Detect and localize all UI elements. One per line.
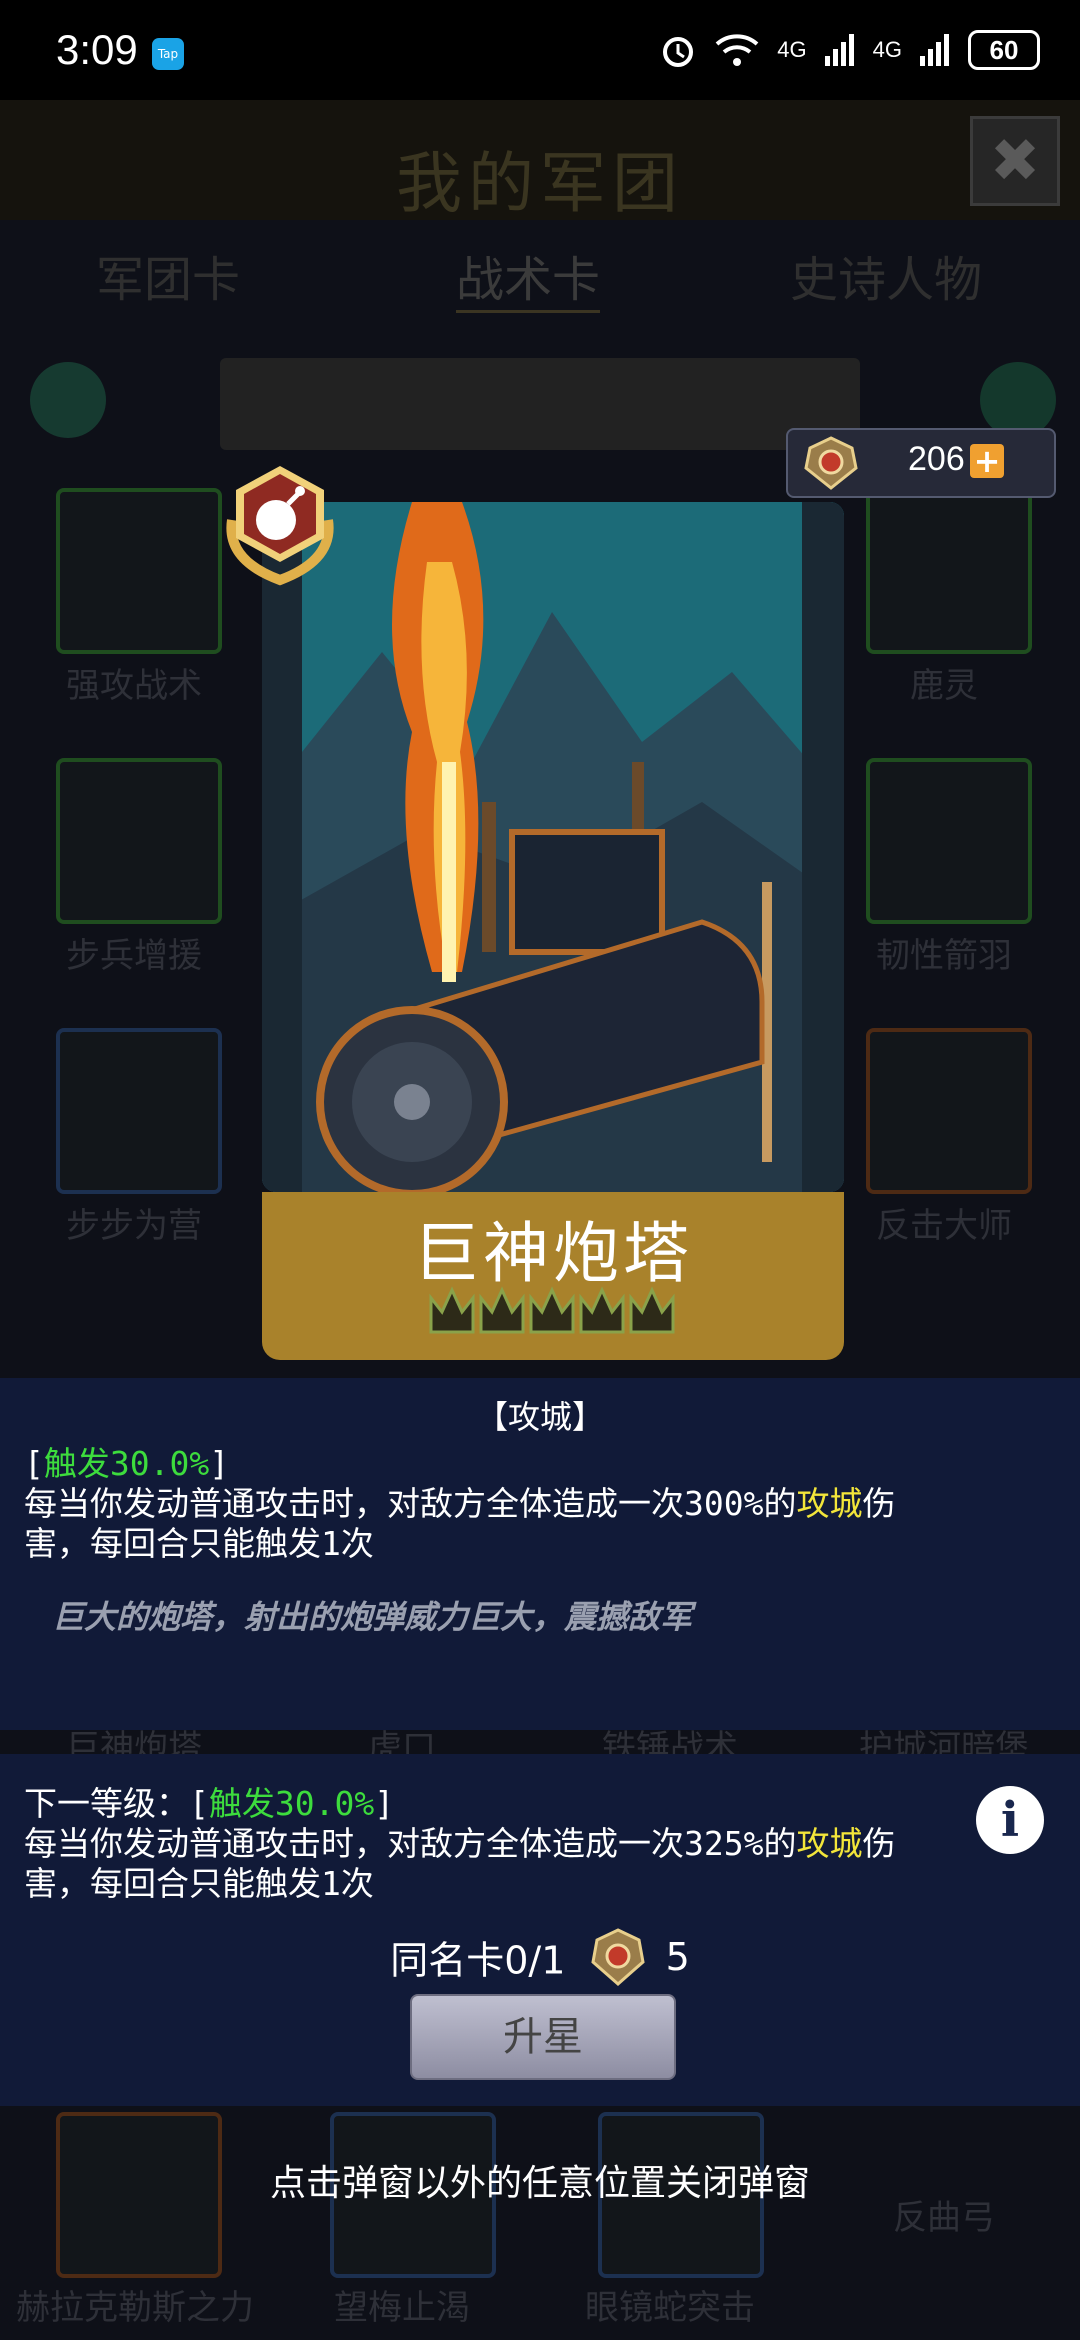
tap-app-icon: Tap bbox=[152, 38, 184, 70]
medal-icon bbox=[591, 1928, 646, 1986]
card-label: 步步为营 bbox=[66, 1206, 202, 1246]
card-thumb[interactable] bbox=[56, 758, 222, 924]
next-level-prefix: 下一等级：[ bbox=[24, 1784, 209, 1823]
upgrade-star-button[interactable]: 升星 bbox=[410, 1994, 676, 2080]
battery-icon: 60 bbox=[968, 30, 1040, 70]
card-thumb[interactable] bbox=[866, 488, 1032, 654]
card-thumb[interactable] bbox=[56, 1028, 222, 1194]
card-thumb[interactable] bbox=[56, 488, 222, 654]
crown-star bbox=[529, 1286, 575, 1334]
wifi-icon bbox=[715, 34, 759, 66]
medal-icon bbox=[804, 436, 858, 490]
filter-button[interactable] bbox=[980, 362, 1056, 438]
close-button[interactable]: ✖ bbox=[970, 116, 1060, 206]
tab-epic-characters[interactable]: 史诗人物 bbox=[790, 240, 982, 310]
next-level-panel: 下一等级：[触发30.0%] 每当你发动普通攻击时，对敌方全体造成一次325%的… bbox=[0, 1754, 1080, 2106]
currency-amount: 206 bbox=[908, 440, 965, 478]
medal-cost: 5 bbox=[665, 1935, 690, 1979]
card-label: 望梅止渴 bbox=[334, 2288, 470, 2328]
page-title: 我的军团 bbox=[396, 145, 684, 222]
network-4g-label-2: 4G bbox=[872, 37, 902, 62]
search-input[interactable] bbox=[220, 358, 860, 450]
cannon-tower-illustration bbox=[262, 502, 844, 1192]
crown-star bbox=[579, 1286, 625, 1334]
tab-bar: 军团卡 战术卡 史诗人物 bbox=[0, 240, 1080, 320]
bomb-badge-icon bbox=[226, 466, 334, 586]
tactic-card[interactable]: 巨神炮塔 bbox=[262, 502, 844, 1360]
effect-line2: 害，每回合只能触发1次 bbox=[24, 1524, 374, 1563]
bracket-close: ] bbox=[209, 1444, 230, 1483]
flavor-text: 巨大的炮塔，射出的炮弹威力巨大，震撼敌军 bbox=[52, 1598, 693, 1636]
next-effect-text: 下一等级：[触发30.0%] 每当你发动普通攻击时，对敌方全体造成一次325%的… bbox=[24, 1784, 964, 1904]
alarm-icon bbox=[663, 37, 694, 67]
effect-line1: 每当你发动普通攻击时，对敌方全体造成一次300%的 bbox=[24, 1484, 797, 1523]
signal-icon bbox=[824, 34, 854, 66]
currency-counter: 206 + bbox=[786, 428, 1056, 498]
next-siege-keyword: 攻城 bbox=[796, 1824, 863, 1863]
next-trigger-chance: 触发30.0% bbox=[208, 1784, 375, 1823]
status-bar: 3:09 Tap 4G 4G 60 bbox=[0, 0, 1080, 100]
card-label: 赫拉克勒斯之力 bbox=[16, 2288, 254, 2328]
info-button[interactable]: i bbox=[976, 1786, 1044, 1854]
card-thumb[interactable] bbox=[866, 758, 1032, 924]
status-time: 3:09 bbox=[56, 26, 138, 73]
card-label: 鹿灵 bbox=[910, 666, 978, 706]
next-effect-line1-end: 伤 bbox=[862, 1824, 896, 1863]
effect-line1-end: 伤 bbox=[862, 1484, 896, 1523]
status-icons: 4G 4G 60 bbox=[659, 30, 1040, 70]
effect-panel: 【攻城】 [触发30.0%] 每当你发动普通攻击时，对敌方全体造成一次300%的… bbox=[0, 1378, 1080, 1730]
card-label: 眼镜蛇突击 bbox=[585, 2288, 755, 2328]
network-4g-label-1: 4G bbox=[777, 37, 807, 62]
card-label: 韧性箭羽 bbox=[876, 936, 1012, 976]
crown-star bbox=[479, 1286, 525, 1334]
list-view-button[interactable] bbox=[30, 362, 106, 438]
card-label: 反击大师 bbox=[876, 1206, 1012, 1246]
crown-star bbox=[629, 1286, 675, 1334]
close-popup-hint: 点击弹窗以外的任意位置关闭弹窗 bbox=[269, 2163, 810, 2204]
trigger-chance: 触发30.0% bbox=[43, 1444, 210, 1483]
duplicate-count-label: 同名卡0/1 bbox=[390, 1938, 566, 1983]
next-effect-line2: 害，每回合只能触发1次 bbox=[24, 1864, 374, 1903]
card-thumb[interactable] bbox=[866, 1028, 1032, 1194]
next-bracket-close: ] bbox=[374, 1784, 395, 1823]
duplicate-card-row: 同名卡0/1 5 bbox=[0, 1926, 1080, 1988]
effect-type-label: 【攻城】 bbox=[475, 1398, 604, 1436]
next-effect-line1: 每当你发动普通攻击时，对敌方全体造成一次325%的 bbox=[24, 1824, 797, 1863]
crown-star bbox=[429, 1286, 475, 1334]
bracket-open: [ bbox=[24, 1444, 44, 1483]
card-label: 步兵增援 bbox=[66, 936, 202, 976]
current-effect-text: [触发30.0%] 每当你发动普通攻击时，对敌方全体造成一次300%的攻城伤 害… bbox=[24, 1444, 1034, 1564]
signal-icon-2 bbox=[920, 34, 949, 66]
tab-tactic-cards[interactable]: 战术卡 bbox=[456, 240, 601, 313]
star-rating-crowns bbox=[429, 1286, 675, 1334]
card-label: 强攻战术 bbox=[66, 666, 202, 706]
siege-keyword: 攻城 bbox=[796, 1484, 863, 1523]
tab-legion-cards[interactable]: 军团卡 bbox=[96, 240, 240, 310]
add-currency-button[interactable]: + bbox=[970, 444, 1004, 478]
